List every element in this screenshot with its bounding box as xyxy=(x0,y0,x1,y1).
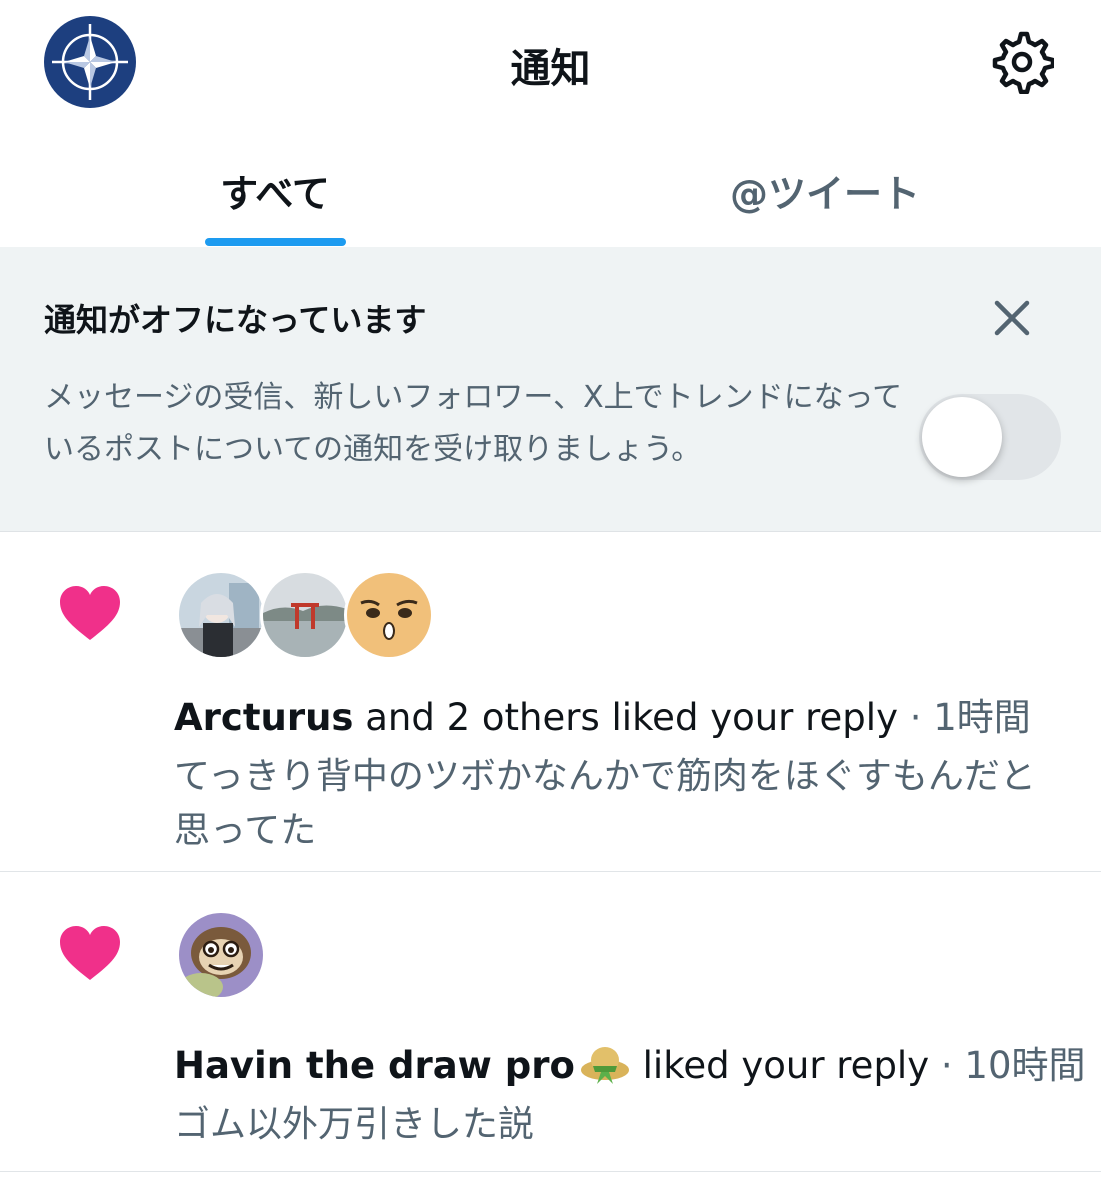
user-name[interactable]: Havin the draw pro xyxy=(174,1044,575,1087)
notification-tabs: すべて @ツイート xyxy=(0,125,1101,247)
notification-text: Arcturus and 2 others liked your reply ·… xyxy=(174,687,1031,741)
liker-avatars xyxy=(176,910,266,1000)
timestamp: · 10時間 xyxy=(929,1044,1086,1087)
close-icon[interactable] xyxy=(985,291,1039,345)
list-item[interactable]: Arcturus and 2 others liked your reply ·… xyxy=(0,532,1101,872)
tab-all[interactable]: すべて xyxy=(0,125,550,247)
notifications-off-banner: 通知がオフになっています メッセージの受信、新しいフォロワー、X上でトレンドにな… xyxy=(0,247,1101,532)
gear-icon[interactable] xyxy=(990,30,1054,94)
page-title: 通知 xyxy=(510,46,591,92)
banner-description: メッセージの受信、新しいフォロワー、X上でトレンドになっているポストについての通… xyxy=(44,380,903,467)
notification-action: and 2 others liked your reply xyxy=(353,696,898,739)
liker-avatars xyxy=(176,570,434,660)
notification-action: liked your reply xyxy=(630,1044,930,1087)
timestamp: · 1時間 xyxy=(897,696,1031,739)
avatar[interactable] xyxy=(344,570,434,660)
tab-mentions[interactable]: @ツイート xyxy=(550,125,1100,247)
notifications-toggle[interactable] xyxy=(919,394,1061,480)
reply-preview: ゴム以外万引きした説 xyxy=(174,1104,535,1145)
straw-hat-icon xyxy=(580,1047,629,1084)
toggle-knob xyxy=(922,397,1002,477)
user-name[interactable]: Arcturus xyxy=(174,696,353,739)
avatar[interactable] xyxy=(260,570,350,660)
heart-icon xyxy=(60,926,120,980)
notification-text: Havin the draw pro liked your reply · 10… xyxy=(174,1035,1086,1089)
top-bar: 通知 xyxy=(0,0,1101,125)
avatar[interactable] xyxy=(176,570,266,660)
avatar[interactable] xyxy=(176,910,266,1000)
banner-title: 通知がオフになっています xyxy=(44,301,427,339)
reply-preview: てっきり背中のツボかなんかで筋肉をほぐすもんだと思ってた xyxy=(174,756,1036,851)
heart-icon xyxy=(60,586,120,640)
list-item[interactable]: Havin the draw pro liked your reply · 10… xyxy=(0,872,1101,1172)
active-tab-indicator xyxy=(205,238,346,246)
